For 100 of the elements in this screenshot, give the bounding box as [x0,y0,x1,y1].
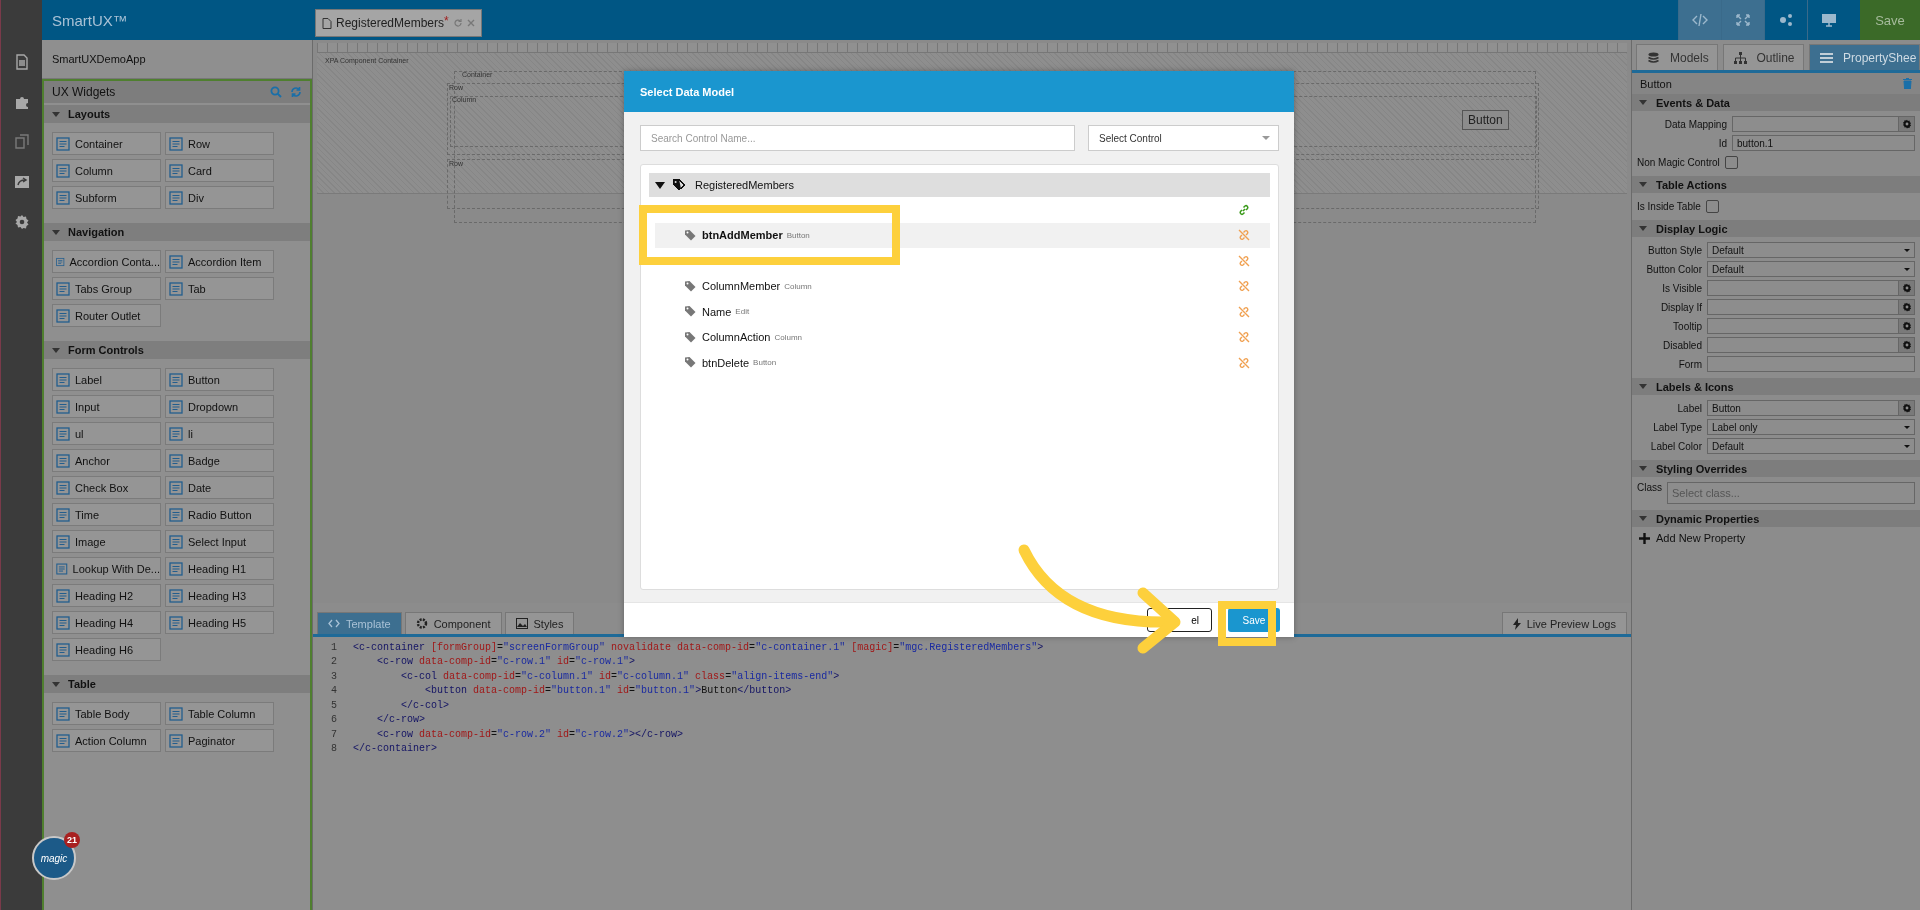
widget-tile[interactable]: Subform [52,186,161,209]
dropdown[interactable]: Default [1707,438,1915,454]
widget-tile[interactable]: Heading H2 [52,584,161,607]
widget-tile[interactable]: Container [52,132,161,155]
widget-tile[interactable]: Lookup With De... [52,557,161,580]
widget-group-header[interactable]: Form Controls [44,341,310,359]
file-tab[interactable]: RegisteredMembers* [315,9,482,37]
widget-tile[interactable]: Image [52,530,161,553]
widget-tile[interactable]: Dropdown [165,395,274,418]
panel-tab[interactable]: Models [1636,44,1718,70]
dropdown[interactable]: Default [1707,261,1915,277]
file-icon[interactable] [13,54,30,70]
expression-field[interactable] [1707,337,1915,353]
broken-link-icon[interactable] [1238,254,1250,267]
add-property-link[interactable]: Add New Property [1637,532,1915,544]
widget-tile[interactable]: ul [52,422,161,445]
panel-tab[interactable]: Outline [1722,44,1804,70]
dropdown[interactable]: Select Control [1088,125,1279,151]
dropdown[interactable]: Default [1707,242,1915,258]
broken-link-icon[interactable] [1238,331,1250,344]
expression-field[interactable] [1732,116,1915,132]
refresh-icon[interactable] [452,18,463,28]
share-icon[interactable] [13,174,30,190]
section-header[interactable]: Dynamic Properties [1632,510,1920,527]
tree-item[interactable]: ColumnMember Column [655,273,1270,299]
copy-icon[interactable] [13,134,30,150]
widget-tile[interactable]: Row [165,132,274,155]
widget-tile[interactable]: Label [52,368,161,391]
trash-icon[interactable] [1903,78,1912,89]
expression-field[interactable] [1707,318,1915,334]
live-preview-logs-tab[interactable]: Live Preview Logs [1501,612,1627,634]
tree-item[interactable]: Name Edit [655,299,1270,325]
close-icon[interactable] [466,19,475,27]
expression-field[interactable] [1707,280,1915,296]
widget-tile[interactable]: Accordion Item [165,250,274,273]
search-field[interactable]: Search Control Name... [640,125,1075,151]
widget-tile[interactable]: Check Box [52,476,161,499]
widget-group-header[interactable]: Navigation [44,223,310,241]
widget-tile[interactable]: li [165,422,274,445]
puzzle-icon[interactable] [13,94,30,110]
link-icon[interactable] [1238,203,1250,216]
widget-tile[interactable]: Tabs Group [52,277,161,300]
expression-field[interactable] [1707,299,1915,315]
widget-tile[interactable]: Column [52,159,161,182]
dropdown[interactable]: Label only [1707,419,1915,435]
widget-tile[interactable]: Action Column [52,729,161,752]
caret-icon[interactable] [655,181,665,189]
widget-tile[interactable]: Anchor [52,449,161,472]
widget-tile[interactable]: Date [165,476,274,499]
widget-icon [56,453,70,468]
canvas-button[interactable]: Button [1462,110,1509,130]
text-field[interactable]: button.1 [1732,135,1915,151]
widget-tile[interactable]: Paginator [165,729,274,752]
search-icon[interactable] [270,86,282,98]
widget-tile[interactable]: Select Input [165,530,274,553]
widget-tile[interactable]: Table Body [52,702,161,725]
widget-tile[interactable]: Table Column [165,702,274,725]
checkbox[interactable] [1705,199,1719,213]
widget-icon [169,453,183,468]
broken-link-icon[interactable] [1238,356,1250,369]
panel-tab[interactable]: PropertyShee [1809,44,1920,70]
tree-item[interactable]: btnDelete Button [655,350,1270,376]
widget-tile[interactable]: Accordion Conta... [52,250,161,273]
widget-tile[interactable]: Button [165,368,274,391]
broken-link-icon[interactable] [1238,229,1250,242]
section-header[interactable]: Labels & Icons [1632,378,1920,395]
checkbox[interactable] [1724,155,1738,169]
refresh-icon[interactable] [290,86,302,98]
tree-root[interactable]: RegisteredMembers [649,173,1270,197]
section-header[interactable]: Display Logic [1632,220,1920,237]
section-header[interactable]: Table Actions [1632,176,1920,193]
tree-item[interactable]: ColumnAction Column [655,324,1270,350]
tree-item[interactable]: btnAddMember Button [655,222,1270,248]
widget-tile[interactable]: Heading H3 [165,584,274,607]
text-field[interactable] [1707,356,1915,372]
widget-tile[interactable]: Heading H1 [165,557,274,580]
widget-tile[interactable]: Tab [165,277,274,300]
monitor-icon [1821,13,1837,27]
widget-tile[interactable]: Div [165,186,274,209]
editor-tab[interactable]: Component [404,612,502,634]
section-header[interactable]: Events & Data [1632,94,1920,111]
widget-tile[interactable]: Input [52,395,161,418]
broken-link-icon[interactable] [1238,305,1250,318]
widget-tile[interactable]: Heading H5 [165,611,274,634]
expression-field[interactable]: Button [1707,400,1915,416]
settings-icon[interactable] [13,214,30,230]
broken-link-icon[interactable] [1238,280,1250,293]
widget-tile[interactable]: Heading H6 [52,638,161,661]
section-header[interactable]: Styling Overrides [1632,460,1920,477]
widget-group-header[interactable]: Layouts [44,105,310,123]
widget-tile[interactable]: Router Outlet [52,304,161,327]
widget-tile[interactable]: Radio Button [165,503,274,526]
widget-tile[interactable]: Badge [165,449,274,472]
widget-tile[interactable]: Time [52,503,161,526]
toolbar-button[interactable] [1678,0,1721,40]
toolbar-button[interactable] [1721,0,1764,40]
widget-group-header[interactable]: Table [44,675,310,693]
editor-tab[interactable]: Styles [504,612,575,634]
widget-tile[interactable]: Card [165,159,274,182]
widget-tile[interactable]: Heading H4 [52,611,161,634]
